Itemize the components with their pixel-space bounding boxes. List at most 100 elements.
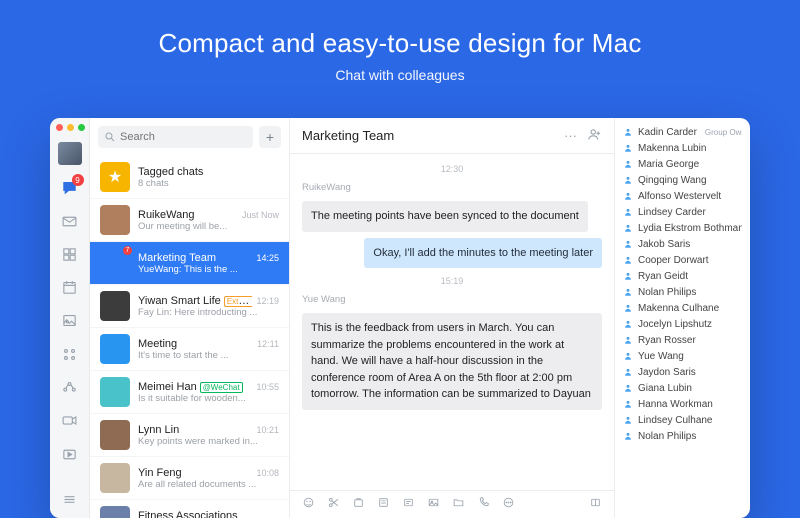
folder-icon[interactable] bbox=[452, 496, 465, 514]
member-name: Maria George bbox=[638, 159, 699, 170]
timestamp: 15:19 bbox=[302, 276, 602, 286]
member-name: Nolan Philips bbox=[638, 287, 696, 298]
format-icon[interactable] bbox=[377, 496, 390, 514]
member-name: Qingqing Wang bbox=[638, 175, 707, 186]
chat-preview: Key points were marked in... bbox=[138, 436, 279, 447]
chat-avatar bbox=[100, 291, 130, 321]
chat-list-item[interactable]: 7Marketing Team14:25YueWang: This is the… bbox=[90, 242, 289, 285]
hero-title: Compact and easy-to-use design for Mac bbox=[0, 28, 800, 59]
chat-time: 14:25 bbox=[256, 253, 279, 263]
nav-docs-icon[interactable] bbox=[59, 244, 81, 265]
quick-reply-icon[interactable] bbox=[402, 496, 415, 514]
chat-list-item[interactable]: Lynn Lin10:21Key points were marked in..… bbox=[90, 414, 289, 457]
chat-list-item[interactable]: RuikeWangJust NowOur meeting will be... bbox=[90, 199, 289, 242]
member-row[interactable]: Giana Lubin bbox=[623, 380, 742, 396]
emoji-icon[interactable] bbox=[302, 496, 315, 514]
nav-video-icon[interactable] bbox=[59, 410, 81, 431]
chat-tag: External bbox=[224, 296, 253, 307]
chat-name: Fitness Associations bbox=[138, 510, 238, 518]
chat-time: 10:08 bbox=[256, 468, 279, 478]
message-bubble[interactable]: This is the feedback from users in March… bbox=[302, 313, 602, 410]
new-chat-button[interactable]: + bbox=[259, 126, 281, 148]
member-row[interactable]: Ryan Rosser bbox=[623, 332, 742, 348]
image-icon[interactable] bbox=[427, 496, 440, 514]
chat-list-item[interactable]: Yin Feng10:08Are all related documents .… bbox=[90, 457, 289, 500]
chat-name: Marketing Team bbox=[138, 252, 216, 264]
chat-list-item[interactable]: Yiwan Smart LifeExternal12:19Fay Lin: He… bbox=[90, 285, 289, 328]
chat-list-item[interactable]: Fitness AssociationsWang Fei: 18:30 in t… bbox=[90, 500, 289, 518]
member-name: Lindsey Culhane bbox=[638, 415, 713, 426]
search-icon bbox=[104, 130, 116, 148]
window-traffic-lights[interactable] bbox=[56, 124, 85, 131]
member-row[interactable]: Kadin Carder Group Owner bbox=[623, 124, 742, 140]
member-row[interactable]: Makenna Culhane bbox=[623, 300, 742, 316]
add-member-icon[interactable] bbox=[587, 127, 602, 145]
nav-menu-icon[interactable] bbox=[59, 489, 81, 510]
member-row[interactable]: Lindsey Culhane bbox=[623, 412, 742, 428]
close-icon[interactable] bbox=[56, 124, 63, 131]
chat-name: Lynn Lin bbox=[138, 424, 179, 436]
minimize-icon[interactable] bbox=[67, 124, 74, 131]
member-row[interactable]: Jocelyn Lipshutz bbox=[623, 316, 742, 332]
member-row[interactable]: Ryan Geidt bbox=[623, 268, 742, 284]
chat-avatar: ★ bbox=[100, 162, 130, 192]
chat-unread-badge: 9 bbox=[72, 174, 84, 186]
member-row[interactable]: Cooper Dorwart bbox=[623, 252, 742, 268]
member-row[interactable]: Nolan Philips bbox=[623, 284, 742, 300]
message-toolbar bbox=[290, 490, 614, 518]
member-row[interactable]: Jaydon Saris bbox=[623, 364, 742, 380]
chat-list-item[interactable]: Meimei Han@WeChat10:55Is it suitable for… bbox=[90, 371, 289, 414]
member-name: Kadin Carder bbox=[638, 127, 697, 138]
chat-avatar bbox=[100, 506, 130, 518]
my-avatar[interactable] bbox=[58, 142, 82, 165]
timestamp: 12:30 bbox=[302, 164, 602, 174]
member-row[interactable]: Nolan Philips bbox=[623, 428, 742, 444]
nav-calendar-icon[interactable] bbox=[59, 277, 81, 298]
member-row[interactable]: Alfonso Westervelt bbox=[623, 188, 742, 204]
member-name: Hanna Workman bbox=[638, 399, 713, 410]
expand-icon[interactable] bbox=[589, 496, 602, 514]
member-name: Yue Wang bbox=[638, 351, 684, 362]
unread-badge: 7 bbox=[123, 246, 132, 255]
nav-chat-icon[interactable]: 9 bbox=[59, 177, 81, 198]
scissors-icon[interactable] bbox=[327, 496, 340, 514]
member-row[interactable]: Jakob Saris bbox=[623, 236, 742, 252]
member-name: Alfonso Westervelt bbox=[638, 191, 721, 202]
member-row[interactable]: Hanna Workman bbox=[623, 396, 742, 412]
member-row[interactable]: Qingqing Wang bbox=[623, 172, 742, 188]
more-tools-icon[interactable] bbox=[502, 496, 515, 514]
conversation-header: Marketing Team ··· bbox=[290, 118, 614, 154]
chat-preview: Our meeting will be... bbox=[138, 221, 279, 232]
member-row[interactable]: Maria George bbox=[623, 156, 742, 172]
member-row[interactable]: Makenna Lubin bbox=[623, 140, 742, 156]
member-row[interactable]: Yue Wang bbox=[623, 348, 742, 364]
chat-time: 12:19 bbox=[256, 296, 279, 306]
member-name: Lindsey Carder bbox=[638, 207, 706, 218]
member-row[interactable]: Lindsey Carder bbox=[623, 204, 742, 220]
nav-live-icon[interactable] bbox=[59, 443, 81, 464]
nav-drive-icon[interactable] bbox=[59, 310, 81, 331]
conversation-panel: Marketing Team ··· 12:30RuikeWangThe mee… bbox=[290, 118, 614, 518]
search-input-wrap bbox=[98, 126, 253, 148]
member-row[interactable]: Lydia Ekstrom Bothman bbox=[623, 220, 742, 236]
message-bubble[interactable]: Okay, I'll add the minutes to the meetin… bbox=[364, 238, 602, 269]
message-bubble[interactable]: The meeting points have been synced to t… bbox=[302, 201, 588, 232]
chat-list-item[interactable]: ★Tagged chats8 chats bbox=[90, 156, 289, 199]
chat-name: Meeting bbox=[138, 338, 177, 350]
nav-contacts-icon[interactable] bbox=[59, 377, 81, 398]
member-name: Ryan Geidt bbox=[638, 271, 688, 282]
call-icon[interactable] bbox=[477, 496, 490, 514]
mention-icon[interactable] bbox=[352, 496, 365, 514]
chat-preview: Are all related documents ... bbox=[138, 479, 279, 490]
more-icon[interactable]: ··· bbox=[564, 128, 577, 143]
search-input[interactable] bbox=[98, 126, 253, 148]
chat-avatar bbox=[100, 205, 130, 235]
maximize-icon[interactable] bbox=[78, 124, 85, 131]
member-name: Cooper Dorwart bbox=[638, 255, 709, 266]
member-role: Group Owner bbox=[705, 128, 742, 137]
nav-apps-icon[interactable] bbox=[59, 344, 81, 365]
nav-mail-icon[interactable] bbox=[59, 211, 81, 232]
app-window: 9 bbox=[50, 118, 750, 518]
hero: Compact and easy-to-use design for Mac C… bbox=[0, 0, 800, 83]
chat-list-item[interactable]: Meeting12:11It's time to start the ... bbox=[90, 328, 289, 371]
